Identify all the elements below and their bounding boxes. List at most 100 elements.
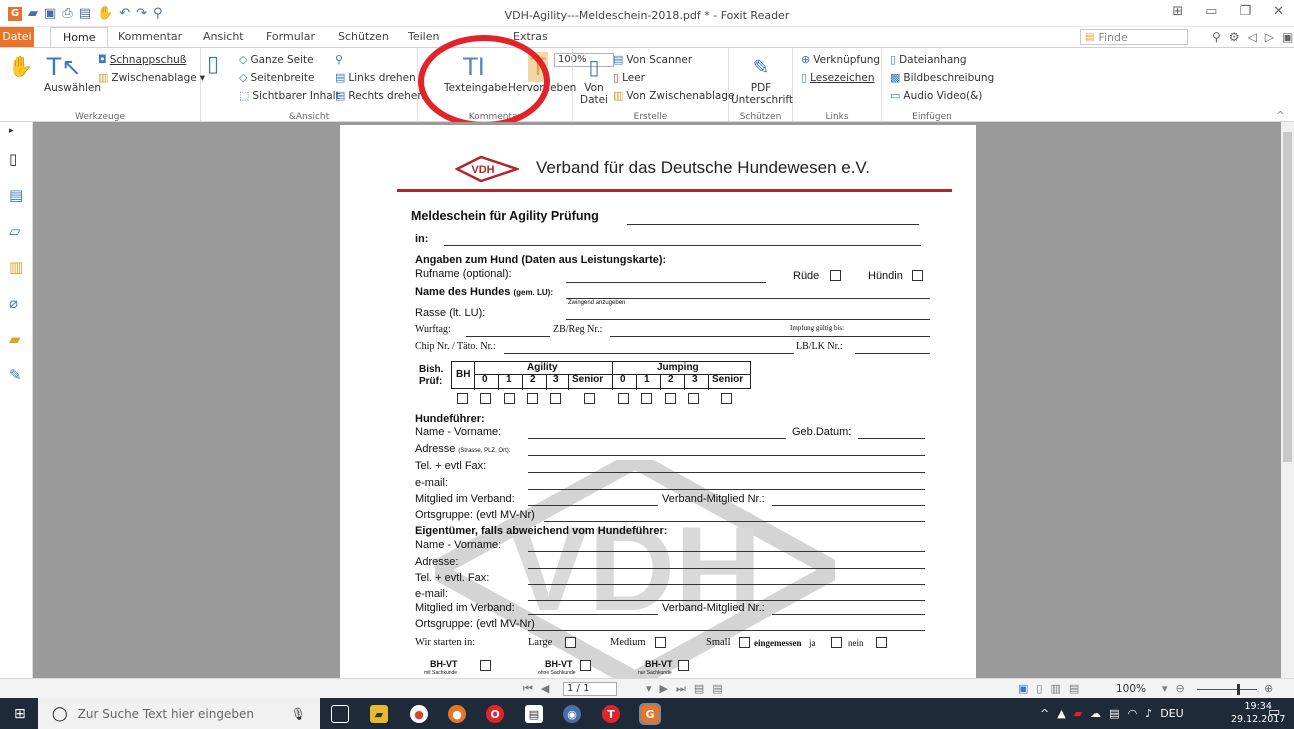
lock-icon[interactable]: ▰ (9, 330, 21, 348)
prev-view-icon[interactable]: ▤ (694, 682, 704, 696)
chip-line[interactable] (504, 353, 794, 354)
checkbox-agility-3[interactable] (550, 393, 561, 404)
find-input[interactable]: ▤ Finde (1080, 29, 1188, 45)
visible-content-button[interactable]: ⬚ Sichtbarer Inhalt (239, 89, 340, 102)
checkbox-agility-0[interactable] (480, 393, 491, 404)
owner-verband-mitglied-line[interactable] (772, 614, 925, 615)
pages-icon[interactable]: ▤ (9, 186, 23, 204)
owner-name-line[interactable] (528, 551, 925, 552)
rotate-left-button[interactable]: ▤ Links drehen (335, 71, 416, 84)
checkbox-jumping-1[interactable] (641, 393, 652, 404)
vertical-scrollbar[interactable] (1281, 122, 1294, 678)
owner-mitglied-line[interactable] (528, 614, 658, 615)
file-explorer-icon[interactable]: ▰ (370, 705, 388, 723)
layers-icon[interactable]: ▱ (9, 222, 21, 240)
last-page-icon[interactable]: ⏭ (676, 682, 686, 696)
checkbox-bhvt-nur[interactable] (678, 660, 689, 671)
action-center-icon[interactable]: ▭ (1268, 705, 1280, 720)
checkbox-bhvt-mit[interactable] (480, 660, 491, 671)
checkbox-agility-senior[interactable] (584, 393, 595, 404)
expand-panel-icon[interactable]: ▸ (9, 126, 14, 136)
checkbox-jumping-0[interactable] (618, 393, 629, 404)
foxit-taskbar-icon[interactable]: G (639, 703, 661, 725)
blank-button[interactable]: ▯ Leer (613, 71, 645, 84)
checkbox-agility-1[interactable] (504, 393, 515, 404)
adresse-line[interactable] (528, 455, 925, 456)
checkbox-jumping-senior[interactable] (721, 393, 732, 404)
maximize-icon[interactable]: ❐ (1239, 4, 1251, 19)
checkbox-huendin[interactable] (912, 270, 923, 281)
page-thumbnail-icon[interactable]: ▯ (9, 150, 17, 168)
rufname-line[interactable] (566, 282, 766, 283)
page-view-icon[interactable]: ▯ (207, 52, 219, 77)
zbreg-line[interactable] (610, 336, 930, 337)
next-page-icon[interactable]: ▶ (660, 682, 668, 696)
tab-teilen[interactable]: Teilen (408, 30, 439, 43)
owner-adresse-line[interactable] (528, 568, 925, 569)
checkbox-medium[interactable] (655, 637, 666, 648)
minimize-icon[interactable]: ▭ (1205, 4, 1217, 19)
microphone-icon[interactable]: 🎙 (291, 707, 306, 721)
close-icon[interactable]: ✕ (1273, 4, 1284, 19)
checkbox-jumping-2[interactable] (665, 393, 676, 404)
tray-cloud-icon[interactable]: ☁ (1090, 707, 1101, 720)
rasse-line[interactable] (566, 319, 930, 320)
checkbox-ruede[interactable] (830, 270, 841, 281)
tab-ansicht[interactable]: Ansicht (203, 30, 244, 43)
owner-ortsgruppe-line[interactable] (528, 630, 925, 631)
tray-wifi-icon[interactable]: ◠ (1128, 707, 1138, 720)
collapse-ribbon-icon[interactable]: ^ (1276, 110, 1285, 122)
tab-home[interactable]: Home (50, 27, 109, 48)
ortsgruppe-line[interactable] (544, 521, 925, 522)
from-clipboard-button[interactable]: ▥ Von Zwischenablage (613, 89, 734, 102)
settings-icon[interactable]: ⚙ (1229, 30, 1240, 44)
mitglied-line[interactable] (528, 505, 658, 506)
zoom-in-icon[interactable]: ⊕ (1264, 682, 1273, 695)
checkbox-jumping-3[interactable] (688, 393, 699, 404)
panel-icon[interactable]: ▣ (1282, 30, 1293, 44)
attachments-icon[interactable]: ⌀ (9, 294, 18, 312)
single-page-icon[interactable]: ▣ (1018, 682, 1028, 695)
comments-icon[interactable]: ▥ (9, 258, 23, 276)
tab-formular[interactable]: Formular (266, 30, 315, 43)
page-width-button[interactable]: ◇ Seitenbreite (239, 71, 314, 84)
tray-antivirus-icon[interactable]: ▰ (1074, 707, 1082, 720)
opera-icon[interactable]: O (486, 705, 504, 723)
whole-page-button[interactable]: ◇ Ganze Seite (239, 53, 314, 66)
lblk-line[interactable] (855, 353, 930, 354)
tray-expand-icon[interactable]: ^ (1040, 707, 1049, 720)
checkbox-ja[interactable] (831, 637, 842, 648)
signature-panel-icon[interactable]: ✎ (9, 366, 22, 384)
chrome-icon[interactable]: ● (410, 705, 428, 723)
attachment-button[interactable]: ▯ Dateianhang (890, 53, 967, 66)
facing-icon[interactable]: ▥ (1050, 682, 1060, 695)
checkbox-bh[interactable] (457, 393, 468, 404)
task-view-icon[interactable] (331, 705, 349, 723)
prev-page-icon[interactable]: ◀ (541, 682, 549, 696)
checkbox-agility-2[interactable] (527, 393, 538, 404)
name-hund-line[interactable] (566, 298, 930, 299)
audio-video-button[interactable]: ▭ Audio Video(&) (890, 89, 982, 102)
search-icon[interactable]: ⚲ (1212, 30, 1221, 44)
wurftag-line[interactable] (466, 336, 550, 337)
zoom-out-icon[interactable]: ⊖ (1176, 682, 1185, 695)
in-line[interactable] (444, 245, 921, 246)
tray-volume-icon[interactable]: ♪ (1145, 707, 1152, 720)
page-number-input[interactable]: 1 / 1 (563, 682, 617, 696)
from-scanner-button[interactable]: ▤ Von Scanner (613, 53, 692, 66)
taskbar-search-input[interactable]: ◯ Zur Suche Text hier eingeben 🎙 (38, 698, 320, 729)
first-page-icon[interactable]: ⏮ (523, 682, 533, 696)
checkbox-bhvt-ohne[interactable] (580, 660, 591, 671)
continuous-icon[interactable]: ▯ (1036, 682, 1042, 695)
language-indicator[interactable]: DEU (1160, 707, 1183, 720)
next-icon[interactable]: ▷ (1265, 30, 1274, 44)
ribbon-options-icon[interactable]: ⊞ (1172, 4, 1183, 19)
email-line[interactable] (528, 489, 925, 490)
link-button[interactable]: ⊕ Verknüpfung (801, 53, 880, 66)
teamviewer-icon[interactable]: T (602, 705, 620, 723)
tab-kommentar[interactable]: Kommentar (118, 30, 182, 43)
windows-start-icon[interactable]: ⊞ (14, 706, 26, 722)
geb-datum-line[interactable] (858, 438, 925, 439)
snapshot-button[interactable]: ◘ Schnappschuß (98, 53, 186, 66)
continuous-facing-icon[interactable]: ▤ (1069, 682, 1079, 695)
